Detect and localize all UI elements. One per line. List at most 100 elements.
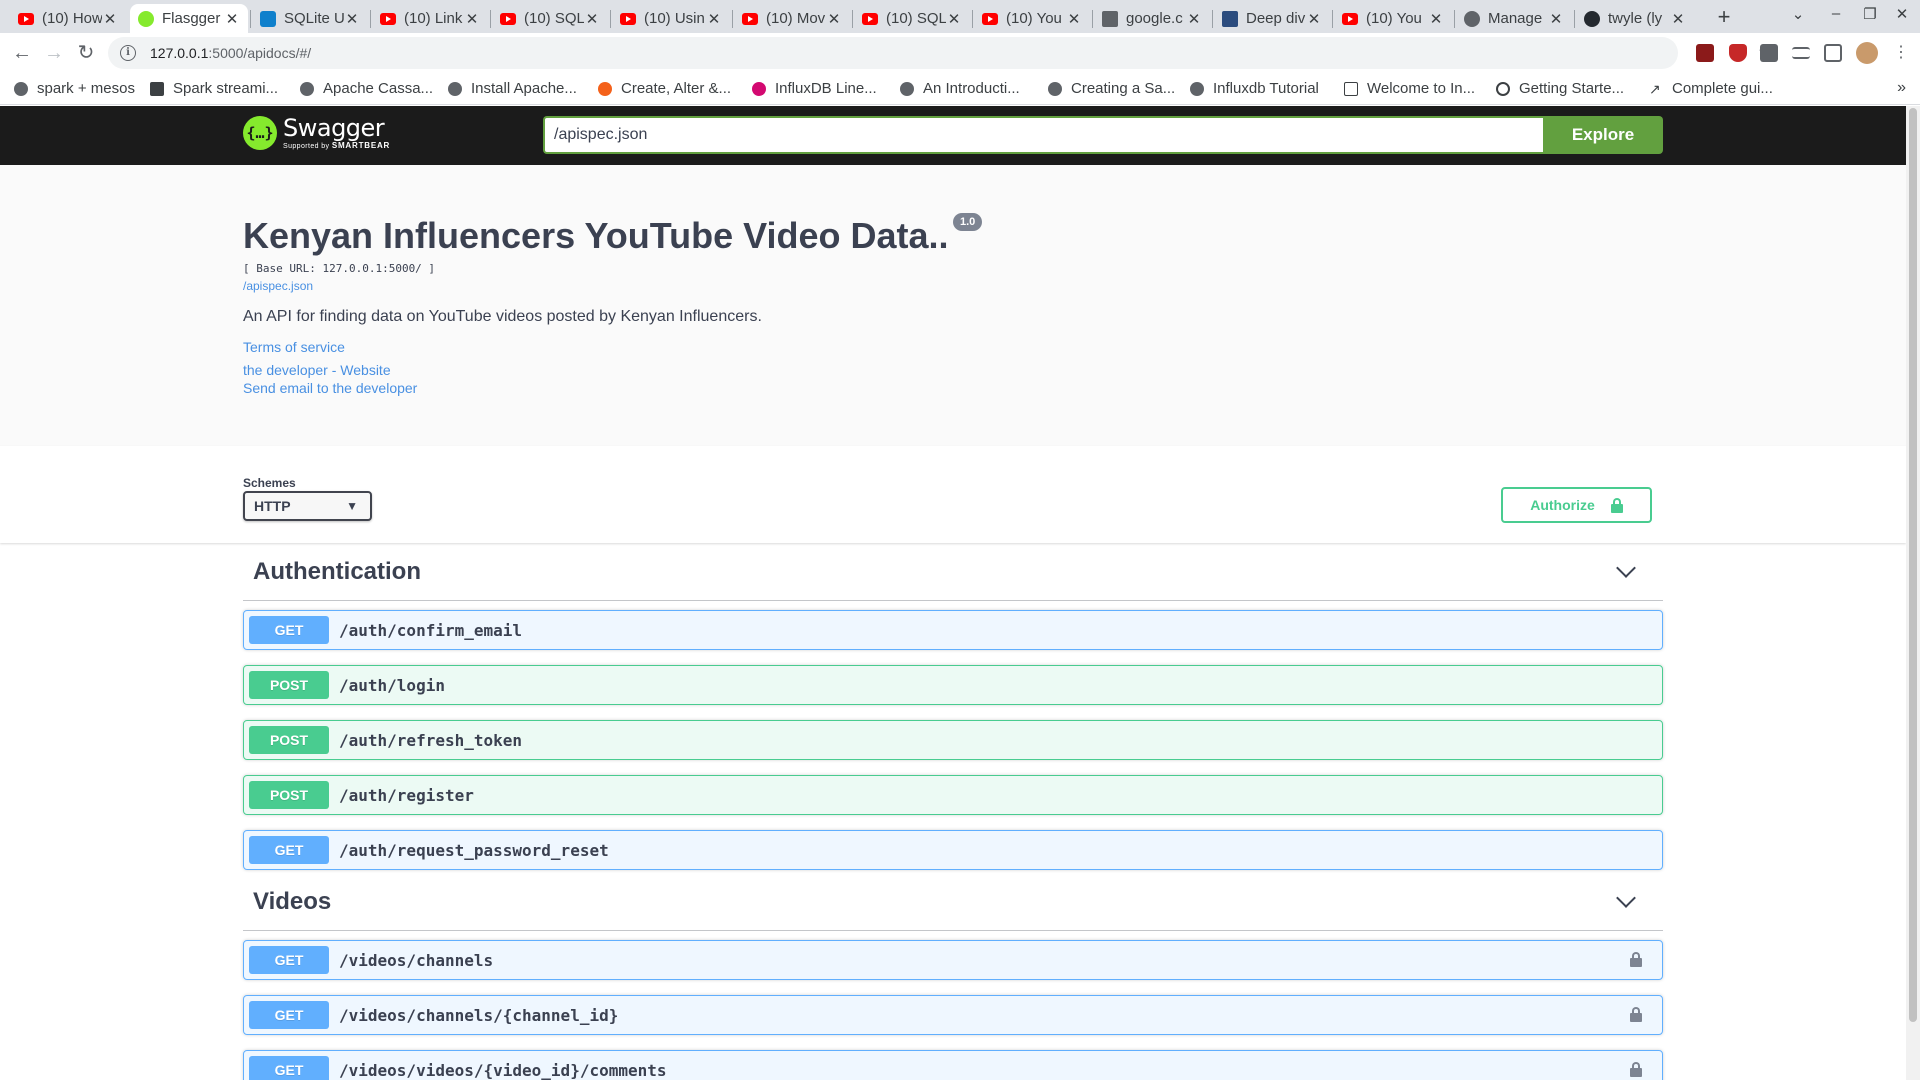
bookmark-item[interactable]: Creating a Sa... (1048, 80, 1175, 97)
browser-tab[interactable]: (10) SQL ✕ (492, 4, 608, 33)
close-tab-icon[interactable]: ✕ (1066, 10, 1082, 28)
bookmarks-more-icon[interactable]: » (1897, 79, 1906, 97)
close-tab-icon[interactable]: ✕ (946, 10, 962, 28)
restore-icon[interactable]: ❐ (1856, 5, 1884, 23)
lock-icon[interactable] (1630, 1062, 1642, 1080)
new-tab-button[interactable]: + (1710, 4, 1738, 32)
bookmark-item[interactable]: Welcome to In... (1344, 80, 1475, 97)
spec-link[interactable]: /apispec.json (243, 279, 313, 293)
browser-tab[interactable]: SQLite U ✕ (252, 4, 368, 33)
scrollbar-thumb[interactable] (1909, 108, 1917, 1022)
bookmark-item[interactable]: Apache Cassa... (300, 80, 433, 97)
bookmark-item[interactable]: Install Apache... (448, 80, 577, 97)
browser-tab[interactable]: (10) You ✕ (1334, 4, 1452, 33)
close-tab-icon[interactable]: ✕ (1306, 10, 1322, 28)
close-tab-icon[interactable]: ✕ (464, 10, 480, 28)
operation-path: /auth/login (339, 675, 445, 695)
operation-row[interactable]: GET/auth/request_password_reset (243, 830, 1663, 870)
lock-icon[interactable] (1630, 1007, 1642, 1026)
page-viewport: {…} Swagger Supported by SMARTBEAR Explo… (0, 106, 1906, 1080)
bookmark-item[interactable]: An Introducti... (900, 80, 1020, 97)
youtube-icon (500, 12, 516, 25)
bookmark-item[interactable]: InfluxDB Line... (752, 80, 877, 97)
close-tab-icon[interactable]: ✕ (224, 10, 240, 28)
ublock-icon[interactable] (1729, 44, 1747, 62)
chevron-down-icon[interactable] (1616, 888, 1636, 908)
browser-tab[interactable]: (10) Link ✕ (372, 4, 488, 33)
side-panel-icon[interactable] (1824, 44, 1842, 62)
swagger-logo[interactable]: {…} Swagger Supported by SMARTBEAR (243, 116, 390, 150)
developer-email-link[interactable]: Send email to the developer (243, 380, 417, 396)
lock-icon[interactable] (1630, 952, 1642, 971)
tab-title: Flasgger (162, 10, 221, 27)
browser-tab[interactable]: Flasgger ✕ (130, 4, 248, 33)
browser-tab[interactable]: (10) You ✕ (974, 4, 1090, 33)
youtube-icon (862, 12, 878, 25)
address-bar[interactable]: i 127.0.0.1:5000/apidocs/#/ ⇪ ☆ (108, 37, 1772, 69)
authorize-button[interactable]: Authorize (1501, 487, 1652, 523)
bookmark-item[interactable]: Getting Starte... (1496, 80, 1624, 97)
tab-separator (732, 10, 733, 28)
bookmark-item[interactable]: Spark streami... (150, 80, 278, 97)
more-menu-icon[interactable]: ⋮ (1893, 42, 1911, 61)
avatar[interactable] (1856, 42, 1878, 64)
schemes-select[interactable]: HTTP ▼ (243, 491, 372, 521)
close-tab-icon[interactable]: ✕ (102, 10, 118, 28)
terms-of-service-link[interactable]: Terms of service (243, 339, 345, 355)
close-tab-icon[interactable]: ✕ (1428, 10, 1444, 28)
operation-row[interactable]: GET/videos/channels/{channel_id} (243, 995, 1663, 1035)
chart-line-icon: ↗ (1649, 80, 1661, 97)
browser-tab[interactable]: google.c ✕ (1094, 4, 1210, 33)
bookmark-item[interactable]: Influxdb Tutorial (1190, 80, 1319, 97)
close-tab-icon[interactable]: ✕ (344, 10, 360, 28)
tab-title: (10) Usin (644, 10, 705, 27)
orange-icon (598, 81, 612, 96)
close-tab-icon[interactable]: ✕ (706, 10, 722, 28)
operation-row[interactable]: POST/auth/login (243, 665, 1663, 705)
reload-icon[interactable]: ↻ (72, 39, 100, 67)
bookmark-item[interactable]: Create, Alter &... (598, 80, 731, 97)
browser-tab[interactable]: twyle (ly ✕ (1576, 4, 1694, 33)
tag-header[interactable]: Videos (243, 873, 1663, 931)
tab-title: (10) Mov (766, 10, 826, 27)
bookmark-item[interactable]: ↗ Complete gui... (1649, 80, 1773, 97)
operation-row[interactable]: GET/videos/channels (243, 940, 1663, 980)
chevron-down-icon[interactable] (1616, 558, 1636, 578)
reading-list-icon[interactable] (1792, 47, 1810, 59)
close-tab-icon[interactable]: ✕ (1548, 10, 1564, 28)
site-info-icon[interactable]: i (120, 45, 136, 61)
tag-section-authentication: Authentication GET/auth/confirm_email POST… (243, 543, 1663, 870)
back-icon[interactable]: ← (8, 39, 36, 67)
explore-button[interactable]: Explore (1543, 116, 1663, 154)
forward-icon[interactable]: → (40, 39, 68, 67)
tab-search-icon[interactable]: ⌄ (1784, 5, 1812, 23)
puzzle-icon[interactable] (1760, 44, 1778, 62)
globe-icon (448, 81, 462, 96)
browser-tab[interactable]: (10) How ✕ (10, 4, 126, 33)
url-path: :5000/apidocs/#/ (208, 45, 312, 61)
close-tab-icon[interactable]: ✕ (584, 10, 600, 28)
bookmark-label: An Introducti... (923, 80, 1020, 97)
globe-icon (900, 81, 914, 96)
bookmark-item[interactable]: spark + mesos (14, 80, 135, 97)
close-tab-icon[interactable]: ✕ (1670, 10, 1686, 28)
browser-tab[interactable]: (10) SQL ✕ (854, 4, 970, 33)
close-window-icon[interactable]: ✕ (1888, 5, 1916, 23)
minimize-icon[interactable]: – (1822, 5, 1850, 22)
browser-tab[interactable]: (10) Mov ✕ (734, 4, 850, 33)
operation-path: /auth/confirm_email (339, 620, 523, 640)
operation-row[interactable]: POST/auth/register (243, 775, 1663, 815)
operation-row[interactable]: GET/videos/videos/{video_id}/comments (243, 1050, 1663, 1080)
page-scrollbar[interactable] (1906, 106, 1920, 1080)
browser-tab[interactable]: Manage ✕ (1456, 4, 1572, 33)
close-tab-icon[interactable]: ✕ (826, 10, 842, 28)
tag-header[interactable]: Authentication (243, 543, 1663, 601)
extension-icon[interactable] (1696, 44, 1714, 62)
developer-website-link[interactable]: the developer - Website (243, 362, 391, 378)
spec-url-input[interactable] (543, 116, 1543, 154)
browser-tab[interactable]: Deep div ✕ (1214, 4, 1330, 33)
operation-row[interactable]: POST/auth/refresh_token (243, 720, 1663, 760)
close-tab-icon[interactable]: ✕ (1186, 10, 1202, 28)
operation-row[interactable]: GET/auth/confirm_email (243, 610, 1663, 650)
browser-tab[interactable]: (10) Usin ✕ (612, 4, 730, 33)
